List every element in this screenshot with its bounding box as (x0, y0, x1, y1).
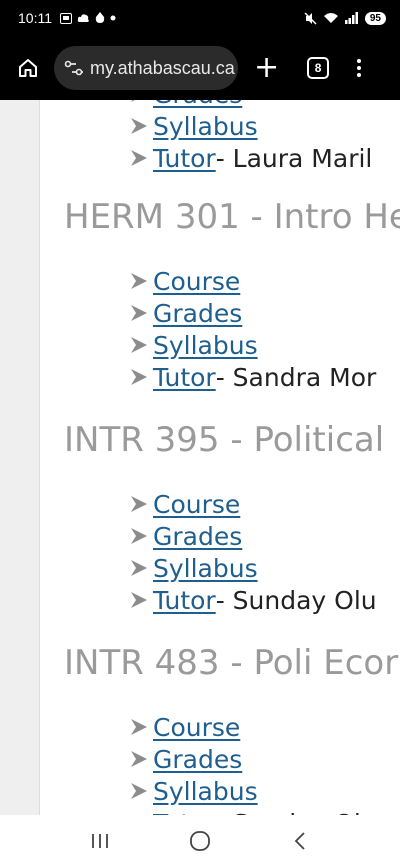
bullet-arrow-icon (131, 273, 147, 289)
bullet-arrow-icon (131, 100, 135, 102)
browser-toolbar: my.athabascau.ca + 8 (0, 36, 400, 100)
gallery-notification-icon (60, 12, 72, 24)
list-item: Syllabus (128, 329, 258, 361)
course-link[interactable]: Course (153, 267, 240, 296)
back-icon (294, 832, 305, 850)
course-title: INTR 395 - Political (64, 420, 385, 460)
menu-dot-icon (357, 59, 362, 63)
recents-icon (92, 834, 108, 848)
address-bar[interactable]: my.athabascau.ca (54, 46, 238, 90)
list-item: Grades (128, 743, 242, 775)
list-item: Syllabus (128, 775, 258, 807)
bullet-arrow-icon (131, 369, 147, 385)
course-link[interactable]: Course (153, 713, 240, 742)
menu-dot-icon (357, 73, 362, 77)
notification-icons (60, 12, 116, 24)
battery-badge: 95 (364, 11, 386, 25)
course-link[interactable]: Syllabus (153, 331, 258, 360)
dot-icon (110, 15, 116, 21)
home-button[interactable] (14, 54, 42, 82)
home-icon (19, 59, 37, 77)
more-vert-button[interactable] (357, 59, 362, 77)
list-item: Syllabus (128, 552, 258, 584)
nav-home-icon (190, 831, 210, 851)
system-nav-bar (0, 815, 400, 867)
page-content: GradesSyllabusTutor - Laura MarilHERM 30… (0, 100, 400, 815)
tutor-name: - Laura Maril (215, 143, 373, 173)
course-link[interactable]: Tutor (153, 586, 216, 615)
list-item: Tutor - Laura Maril (128, 142, 372, 174)
course-link[interactable]: Tutor (153, 363, 216, 392)
plus-icon: + (254, 50, 280, 85)
list-item: Tutor - Sandra Mor (128, 361, 376, 393)
course-link[interactable]: Grades (153, 299, 242, 328)
site-settings-icon[interactable] (64, 60, 84, 76)
bullet-arrow-icon (131, 150, 147, 166)
bullet-arrow-icon (131, 528, 147, 544)
list-item: Syllabus (128, 110, 258, 142)
url-text: my.athabascau.ca (90, 57, 235, 78)
menu-dot-icon (357, 66, 362, 70)
status-bar: 10:11 95 (0, 0, 400, 36)
signal-icon (344, 12, 358, 24)
bullet-arrow-icon (131, 719, 147, 735)
bullet-arrow-icon (131, 783, 147, 799)
list-item: Grades (128, 297, 242, 329)
course-link[interactable]: Grades (153, 522, 242, 551)
bullet-arrow-icon (131, 592, 147, 608)
app-notification-icon (95, 12, 105, 23)
list-item: Grades (128, 520, 242, 552)
course-link[interactable]: Grades (153, 745, 242, 774)
list-item: Grades (128, 100, 242, 110)
nav-home-button[interactable] (185, 826, 215, 856)
list-item: Course (128, 711, 240, 743)
course-link[interactable]: Syllabus (153, 112, 258, 141)
wifi-icon (323, 13, 338, 23)
status-right: 95 (304, 11, 386, 25)
course-link[interactable]: Syllabus (153, 554, 258, 583)
list-item: Course (128, 488, 240, 520)
list-item: Course (128, 265, 240, 297)
course-title: HERM 301 - Intro He (64, 197, 400, 237)
list-item: Tutor - Sunday Olu (128, 807, 377, 816)
bullet-arrow-icon (131, 751, 147, 767)
course-link[interactable]: Grades (153, 100, 242, 109)
tutor-name: - Sunday Olu (215, 585, 377, 615)
back-button[interactable] (285, 826, 315, 856)
tutor-name: - Sandra Mor (215, 362, 377, 392)
bullet-arrow-icon (131, 560, 147, 576)
left-sidebar (0, 100, 40, 815)
course-link[interactable]: Tutor (153, 144, 216, 173)
mute-icon (304, 11, 317, 25)
status-time: 10:11 (18, 10, 52, 26)
bullet-arrow-icon (131, 496, 147, 512)
bullet-arrow-icon (131, 337, 147, 353)
tab-switcher-button[interactable]: 8 (307, 57, 330, 79)
course-link[interactable]: Syllabus (153, 777, 258, 806)
status-left: 10:11 (18, 10, 116, 26)
bullet-arrow-icon (131, 118, 147, 134)
new-tab-button[interactable]: + (254, 53, 279, 83)
list-item: Tutor - Sunday Olu (128, 584, 377, 616)
bullet-arrow-icon (131, 305, 147, 321)
cloud-notification-icon (77, 14, 89, 22)
recents-button[interactable] (85, 826, 115, 856)
course-link[interactable]: Course (153, 490, 240, 519)
course-title: INTR 483 - Poli Ecor (64, 643, 399, 683)
